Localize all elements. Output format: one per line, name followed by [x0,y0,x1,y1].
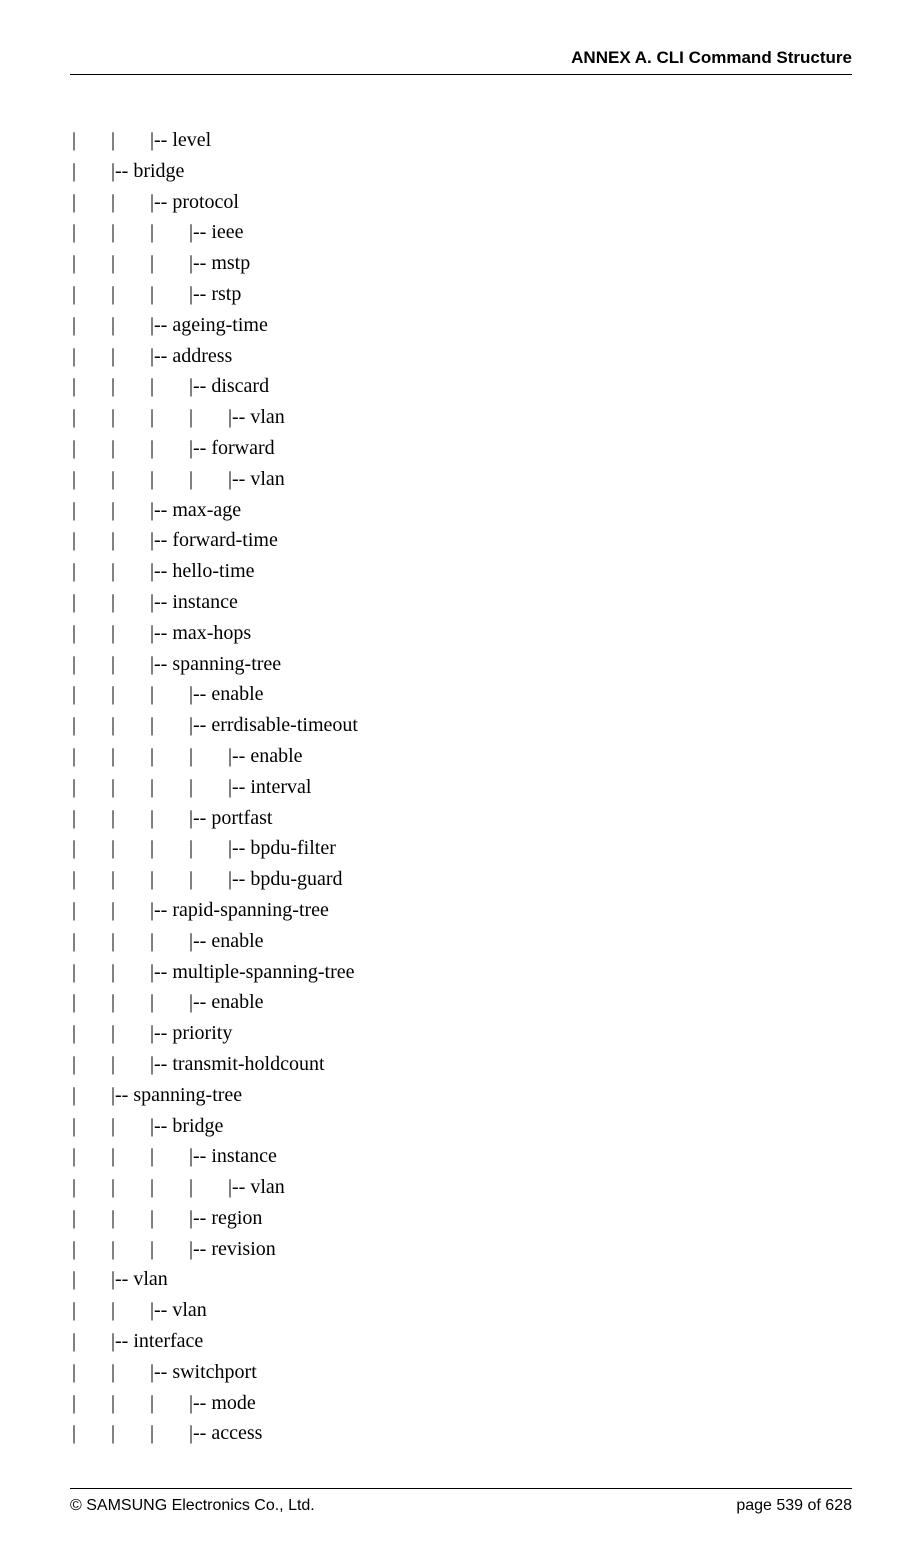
page-footer: © SAMSUNG Electronics Co., Ltd. page 539… [70,1488,852,1515]
tree-line: | | |-- level [72,125,852,156]
tree-line: | | | |-- ieee [72,217,852,248]
tree-line: | | |-- instance [72,587,852,618]
tree-line: | | | |-- portfast [72,803,852,834]
tree-line: | | |-- address [72,341,852,372]
cli-command-tree: | | |-- level| |-- bridge| | |-- protoco… [70,125,852,1449]
tree-line: | | |-- forward-time [72,525,852,556]
tree-line: | | | |-- region [72,1203,852,1234]
copyright-text: © SAMSUNG Electronics Co., Ltd. [70,1497,315,1515]
tree-line: | | |-- protocol [72,187,852,218]
tree-line: | | | |-- revision [72,1234,852,1265]
header-title: ANNEX A. CLI Command Structure [571,48,852,67]
tree-line: | | | | |-- bpdu-guard [72,864,852,895]
tree-line: | |-- vlan [72,1264,852,1295]
tree-line: | |-- bridge [72,156,852,187]
footer-copyright: © SAMSUNG Electronics Co., Ltd. [70,1497,315,1515]
document-page: ANNEX A. CLI Command Structure | | |-- l… [0,0,922,1565]
tree-line: | | | |-- errdisable-timeout [72,710,852,741]
tree-line: | | | |-- enable [72,926,852,957]
tree-line: | | |-- multiple-spanning-tree [72,957,852,988]
tree-line: | | |-- transmit-holdcount [72,1049,852,1080]
footer-page-info: page 539 of 628 [736,1497,852,1515]
tree-line: | | |-- switchport [72,1357,852,1388]
tree-line: | | | | |-- vlan [72,1172,852,1203]
tree-line: | | | | |-- bpdu-filter [72,833,852,864]
tree-line: | | | |-- enable [72,987,852,1018]
tree-line: | | |-- vlan [72,1295,852,1326]
tree-line: | |-- interface [72,1326,852,1357]
tree-line: | | | |-- mode [72,1388,852,1419]
tree-line: | |-- spanning-tree [72,1080,852,1111]
tree-line: | | |-- bridge [72,1111,852,1142]
tree-line: | | | | |-- enable [72,741,852,772]
tree-line: | | | |-- mstp [72,248,852,279]
tree-line: | | | |-- access [72,1418,852,1449]
tree-line: | | | |-- rstp [72,279,852,310]
tree-line: | | |-- hello-time [72,556,852,587]
tree-line: | | | |-- instance [72,1141,852,1172]
tree-line: | | | |-- forward [72,433,852,464]
page-header: ANNEX A. CLI Command Structure [70,48,852,75]
tree-line: | | | |-- enable [72,679,852,710]
tree-line: | | |-- spanning-tree [72,649,852,680]
tree-line: | | | | |-- vlan [72,464,852,495]
tree-line: | | |-- max-hops [72,618,852,649]
tree-line: | | | | |-- vlan [72,402,852,433]
page-number: page 539 of 628 [736,1497,852,1514]
tree-line: | | |-- priority [72,1018,852,1049]
tree-line: | | |-- max-age [72,495,852,526]
tree-line: | | | |-- discard [72,371,852,402]
tree-line: | | |-- rapid-spanning-tree [72,895,852,926]
tree-line: | | | | |-- interval [72,772,852,803]
tree-line: | | |-- ageing-time [72,310,852,341]
